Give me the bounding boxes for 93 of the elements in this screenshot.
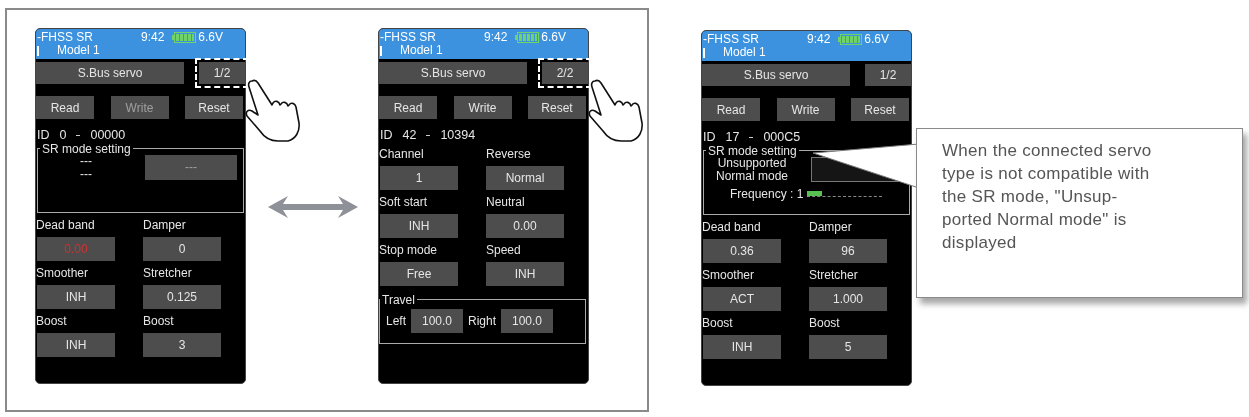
- voltage-reading: 6.6V: [198, 31, 224, 44]
- group-title: Travel: [381, 293, 416, 306]
- action-button[interactable]: Read: [379, 96, 437, 119]
- servo-menu-button[interactable]: S.Bus servo: [702, 64, 850, 86]
- model-name: Model 1: [57, 44, 100, 57]
- parameter-label: Reverse: [486, 147, 532, 163]
- parameter-field[interactable]: 0.00: [486, 213, 564, 238]
- model-marker: [703, 47, 705, 58]
- parameter-field[interactable]: 5: [809, 334, 887, 359]
- id-number: 0: [59, 129, 67, 142]
- parameter-label: Speed: [486, 243, 522, 259]
- battery-icon: [838, 34, 863, 45]
- system-label: -FHSS SR: [37, 31, 94, 44]
- parameter-field[interactable]: 3: [143, 332, 221, 357]
- callout-text: When the connected servo type is not compatible with the SR mode, "Unsup- ported Normal mode" is displayed: [942, 140, 1153, 254]
- clock-time: 9:42: [484, 31, 508, 44]
- action-button[interactable]: Reset: [851, 98, 909, 121]
- parameter-field[interactable]: Normal: [486, 165, 564, 190]
- parameter-label: Stretcher: [809, 268, 859, 284]
- action-button[interactable]: Read: [36, 96, 94, 119]
- parameter-label: Dead band: [702, 220, 762, 236]
- parameter-field[interactable]: 96: [809, 238, 887, 263]
- model-marker: [37, 45, 39, 56]
- id-number: 42: [402, 129, 417, 142]
- id-label: ID: [37, 129, 50, 142]
- parameter-label: Stretcher: [143, 266, 193, 282]
- group-title: SR mode setting: [41, 142, 132, 155]
- model-name: Model 1: [723, 46, 766, 59]
- parameter-label: Dead band: [36, 218, 96, 234]
- id-separator-icon: [426, 134, 431, 136]
- page-button[interactable]: 1/2: [199, 62, 245, 84]
- parameter-field[interactable]: 1: [380, 165, 458, 190]
- system-label: -FHSS SR: [703, 33, 760, 46]
- parameter-label: Boost: [36, 314, 68, 330]
- parameter-field[interactable]: 0.125: [143, 284, 221, 309]
- parameter-field[interactable]: Free: [380, 261, 458, 286]
- parameter-label: Smoother: [702, 268, 756, 284]
- model-marker: [380, 45, 382, 56]
- page-button[interactable]: 2/2: [542, 62, 588, 84]
- id-code: 000C5: [763, 131, 801, 144]
- id-label: ID: [703, 131, 716, 144]
- id-label: ID: [380, 129, 393, 142]
- parameter-label: Damper: [809, 220, 853, 236]
- parameter-field[interactable]: INH: [486, 261, 564, 286]
- parameter-label: Soft start: [379, 195, 429, 211]
- parameter-field[interactable]: INH: [37, 284, 115, 309]
- model-name: Model 1: [400, 44, 443, 57]
- action-button[interactable]: Read: [702, 98, 760, 121]
- servo-menu-button[interactable]: S.Bus servo: [36, 62, 184, 84]
- battery-icon: [172, 32, 197, 43]
- id-separator-icon: [749, 136, 754, 138]
- parameter-label: Boost: [702, 316, 734, 332]
- group-text: ---: [80, 167, 92, 181]
- page-button[interactable]: 1/2: [865, 64, 911, 86]
- frequency-label: Frequency : 1: [730, 187, 804, 200]
- parameter-field[interactable]: 0.36: [703, 238, 781, 263]
- id-separator-icon: [76, 134, 81, 136]
- travel-label: Right: [468, 314, 497, 327]
- action-button[interactable]: Reset: [528, 96, 586, 119]
- travel-field[interactable]: 100.0: [501, 308, 554, 333]
- parameter-label: Neutral: [486, 195, 526, 211]
- parameter-field[interactable]: ACT: [703, 286, 781, 311]
- parameter-label: Smoother: [36, 266, 90, 282]
- servo-menu-button[interactable]: S.Bus servo: [379, 62, 527, 84]
- double-arrow-icon: [268, 196, 358, 218]
- parameter-field[interactable]: INH: [380, 213, 458, 238]
- battery-icon: [515, 32, 540, 43]
- group-text: Unsupported: [717, 156, 787, 170]
- parameter-label: Boost: [143, 314, 175, 330]
- action-button[interactable]: Write: [453, 96, 512, 119]
- parameter-label: Damper: [143, 218, 187, 234]
- clock-time: 9:42: [807, 33, 831, 46]
- action-button[interactable]: Reset: [185, 96, 243, 119]
- group-title: SR mode setting: [707, 144, 798, 157]
- action-button[interactable]: Write: [776, 98, 835, 121]
- system-label: -FHSS SR: [380, 31, 437, 44]
- id-number: 17: [725, 131, 740, 144]
- group-text: Normal mode: [716, 169, 788, 183]
- clock-time: 9:42: [141, 31, 165, 44]
- voltage-reading: 6.6V: [864, 33, 890, 46]
- id-code: 00000: [90, 129, 126, 142]
- parameter-field[interactable]: 0: [143, 236, 221, 261]
- parameter-field[interactable]: INH: [37, 332, 115, 357]
- parameter-label: Stop mode: [379, 243, 439, 259]
- id-code: 10394: [440, 129, 476, 142]
- parameter-field[interactable]: INH: [703, 334, 781, 359]
- travel-label: Left: [386, 314, 406, 327]
- group-text: ---: [80, 154, 92, 168]
- parameter-label: Channel: [379, 147, 425, 163]
- voltage-reading: 6.6V: [541, 31, 567, 44]
- travel-field[interactable]: 100.0: [411, 308, 463, 333]
- parameter-field[interactable]: 1.000: [809, 286, 887, 311]
- parameter-label: Boost: [809, 316, 841, 332]
